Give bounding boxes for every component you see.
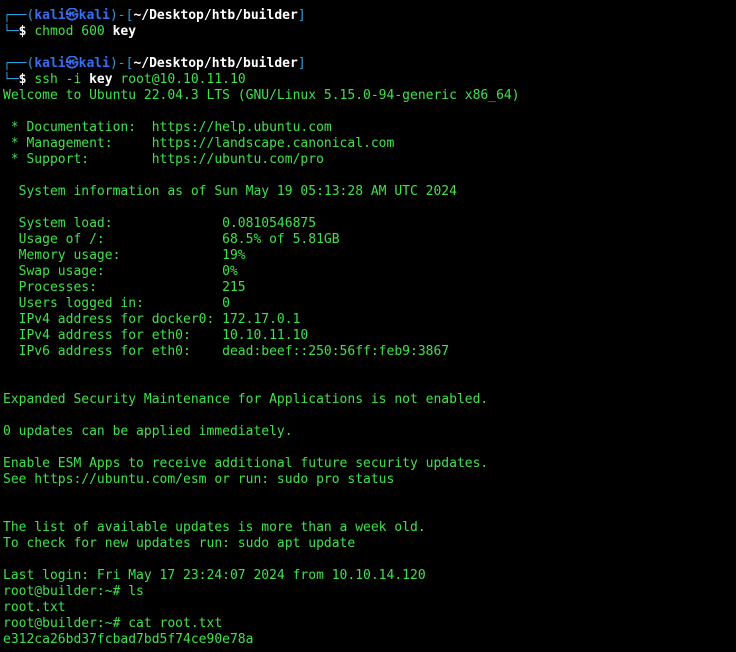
last-login: Last login: Fri May 17 23:24:07 2024 fro… xyxy=(3,568,426,583)
prompt-cwd: ~/Desktop/htb/builder xyxy=(133,8,298,23)
motd-stat: Processes: 215 xyxy=(3,280,246,295)
motd-stat: Users logged in: 0 xyxy=(3,296,230,311)
prompt-box-bottom: └─ xyxy=(3,24,19,39)
prompt-dollar: $ xyxy=(18,24,35,39)
command-name: chmod xyxy=(34,24,74,39)
motd-esm: Expanded Security Maintenance for Applic… xyxy=(3,392,489,407)
ls-output: root.txt xyxy=(3,600,66,615)
motd-stat: System load: 0.0810546875 xyxy=(3,216,317,231)
command-args: 600 xyxy=(73,24,113,39)
prompt-at-icon: ㉿ xyxy=(65,8,79,23)
motd-stat: Memory usage: 19% xyxy=(3,248,246,263)
root-prompt-cat: root@builder:~# cat root.txt xyxy=(3,616,223,631)
command-file: key xyxy=(112,24,137,39)
prompt-at-icon: ㉿ xyxy=(65,56,79,71)
prompt-box-end: ] xyxy=(297,8,306,23)
motd-stat: IPv6 address for eth0: dead:beef::250:56… xyxy=(3,344,450,359)
motd-esm-apps: Enable ESM Apps to receive additional fu… xyxy=(3,456,489,471)
prompt-separator: )-[ xyxy=(109,56,134,71)
prompt-cwd: ~/Desktop/htb/builder xyxy=(133,56,298,71)
prompt-separator: )-[ xyxy=(109,8,134,23)
prompt-dollar: $ xyxy=(18,72,35,87)
command-name: ssh xyxy=(34,72,58,87)
motd-sysinfo: System information as of Sun May 19 05:1… xyxy=(3,184,457,199)
prompt-user: kali xyxy=(34,8,66,23)
motd-old-list: The list of available updates is more th… xyxy=(3,520,426,535)
command-file: key xyxy=(89,72,113,87)
motd-welcome: Welcome to Ubuntu 22.04.3 LTS (GNU/Linux… xyxy=(3,88,520,103)
prompt-host: kali xyxy=(78,56,110,71)
prompt-box-top: ┌──( xyxy=(3,8,35,23)
motd-stat: IPv4 address for docker0: 172.17.0.1 xyxy=(3,312,301,327)
motd-management: * Management: https://landscape.canonica… xyxy=(3,136,395,151)
prompt-host: kali xyxy=(78,8,110,23)
prompt-user: kali xyxy=(34,56,66,71)
motd-esm-see: See https://ubuntu.com/esm or run: sudo … xyxy=(3,472,395,487)
motd-documentation: * Documentation: https://help.ubuntu.com xyxy=(3,120,332,135)
terminal-window[interactable]: ┌──(kali㉿kali)-[~/Desktop/htb/builder] └… xyxy=(0,0,736,652)
command-line-2: └─$ ssh -i key root@10.10.11.10 xyxy=(3,72,736,88)
prompt-line-top: ┌──(kali㉿kali)-[~/Desktop/htb/builder] xyxy=(3,56,736,72)
root-flag: e312ca26bd37fcbad7bd5f74ce90e78a xyxy=(3,632,254,647)
prompt-box-bottom: └─ xyxy=(3,72,19,87)
command-args: -i xyxy=(57,72,90,87)
motd-stat: Usage of /: 68.5% of 5.81GB xyxy=(3,232,340,247)
root-prompt-ls: root@builder:~# ls xyxy=(3,584,144,599)
prompt-line-top: ┌──(kali㉿kali)-[~/Desktop/htb/builder] xyxy=(3,8,736,24)
prompt-box-top: ┌──( xyxy=(3,56,35,71)
prompt-box-end: ] xyxy=(297,56,306,71)
motd-support: * Support: https://ubuntu.com/pro xyxy=(3,152,324,167)
motd-stat: Swap usage: 0% xyxy=(3,264,238,279)
command-line-1: └─$ chmod 600 key xyxy=(3,24,736,40)
motd-stat: IPv4 address for eth0: 10.10.11.10 xyxy=(3,328,309,343)
motd-updates: 0 updates can be applied immediately. xyxy=(3,424,293,439)
command-target: root@10.10.11.10 xyxy=(112,72,246,87)
motd-check-updates: To check for new updates run: sudo apt u… xyxy=(3,536,356,551)
